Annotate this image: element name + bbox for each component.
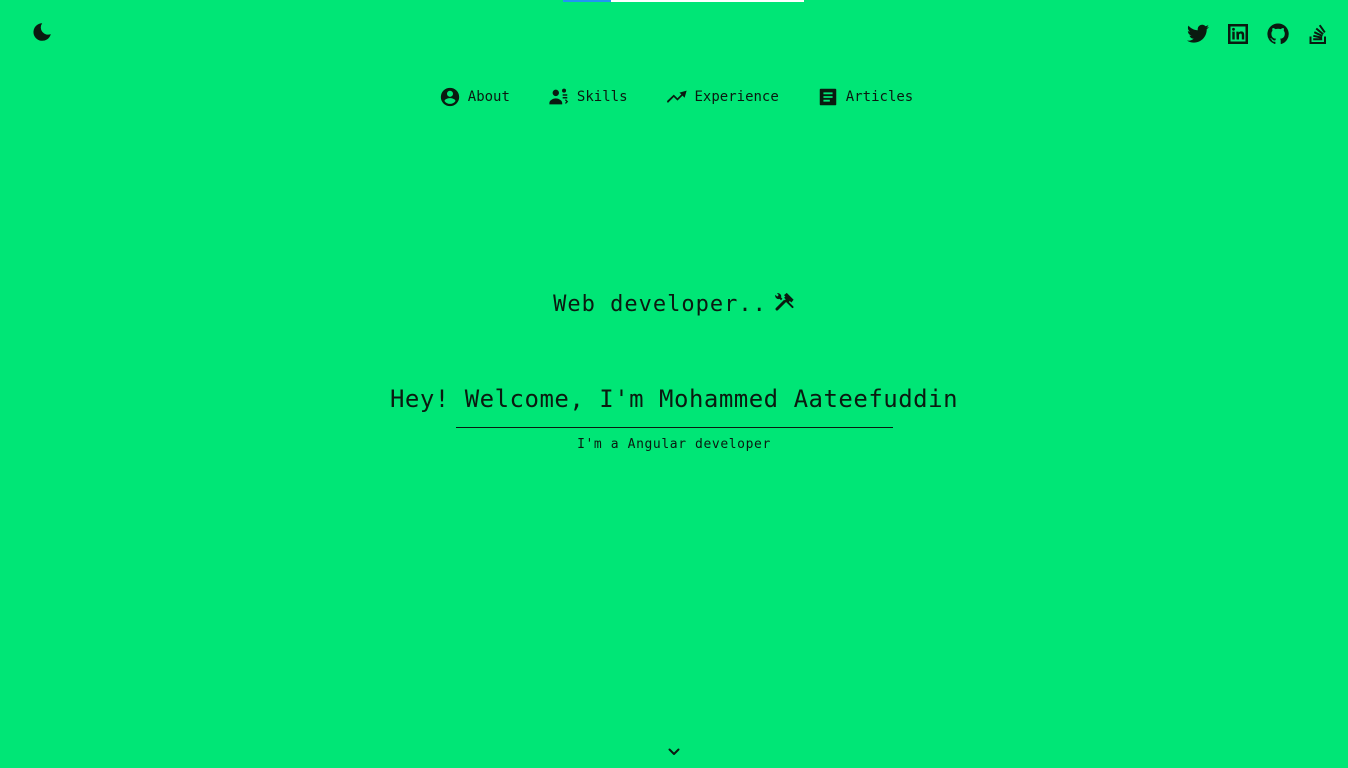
hero-subtitle: I'm a Angular developer	[577, 437, 771, 452]
github-link[interactable]	[1266, 21, 1290, 47]
linkedin-link[interactable]	[1226, 21, 1250, 47]
scroll-progress-bar	[563, 0, 804, 2]
theme-toggle-button[interactable]	[30, 20, 54, 44]
chevron-down-icon	[668, 748, 680, 755]
nav-item-skills[interactable]: Skills	[548, 85, 628, 109]
trending-up-icon	[666, 90, 687, 103]
linkedin-icon	[1228, 24, 1248, 44]
scroll-progress-fill	[563, 0, 612, 2]
hero-welcome-heading: Hey! Welcome, I'm Mohammed Aateefuddin	[389, 385, 959, 413]
people-icon	[549, 88, 569, 105]
twitter-link[interactable]	[1186, 21, 1210, 47]
nav-label-skills: Skills	[576, 89, 628, 105]
nav-item-articles[interactable]: Articles	[817, 85, 913, 109]
account-circle-icon	[440, 87, 459, 107]
nav-item-experience[interactable]: Experience	[666, 85, 779, 109]
stackoverflow-icon	[1309, 24, 1326, 44]
hero-tagline: Web developer..	[0, 288, 1348, 322]
moon-icon	[33, 23, 51, 41]
hero-tagline-text: Web developer..	[553, 292, 767, 317]
twitter-icon	[1187, 24, 1209, 43]
nav-label-articles: Articles	[845, 89, 914, 105]
nav-label-experience: Experience	[694, 89, 779, 105]
social-links	[1186, 21, 1330, 47]
hero-divider	[456, 427, 893, 428]
hammer-wrench-icon	[773, 291, 795, 313]
nav-item-about[interactable]: About	[439, 85, 510, 109]
scroll-down-button[interactable]	[667, 745, 681, 759]
github-icon	[1267, 23, 1289, 45]
main-nav: About Skills Experience Articles	[0, 85, 1348, 109]
stackoverflow-link[interactable]	[1306, 21, 1330, 47]
article-icon	[819, 88, 837, 106]
nav-label-about: About	[467, 89, 510, 105]
